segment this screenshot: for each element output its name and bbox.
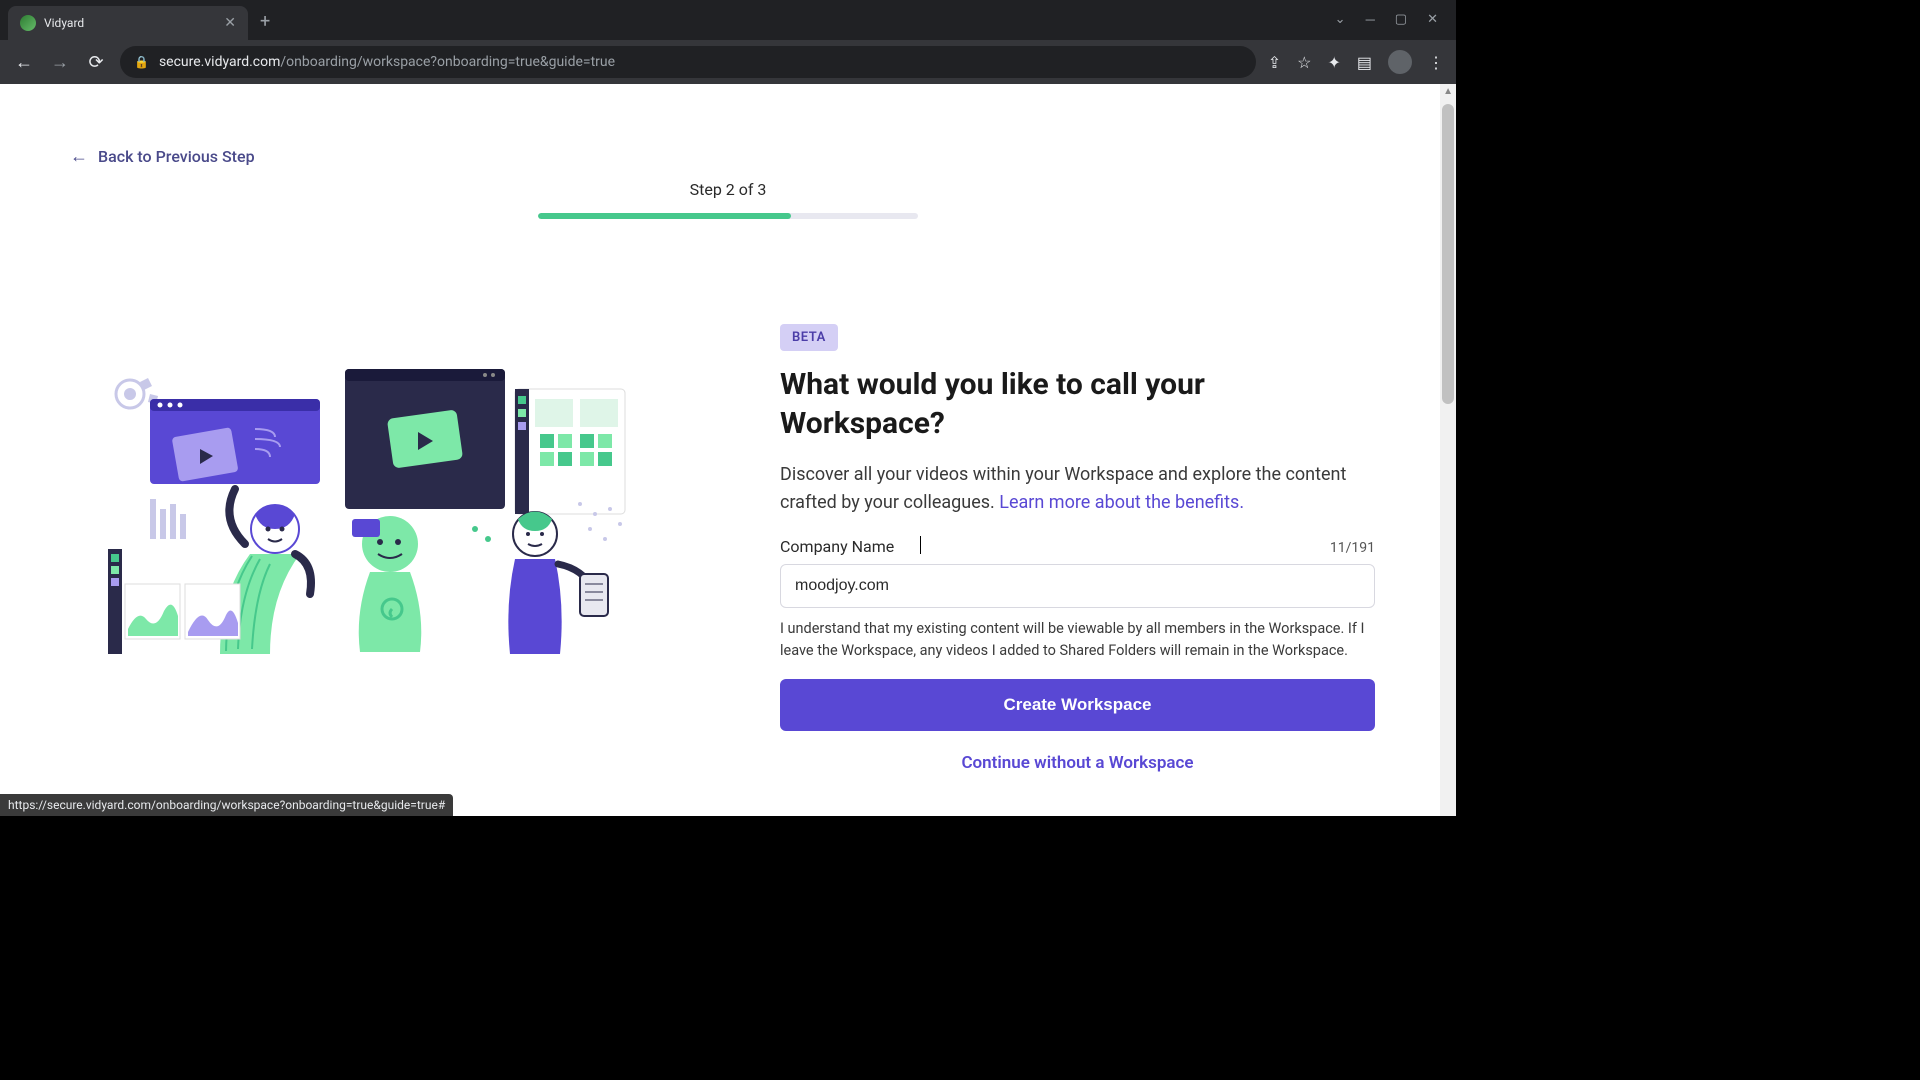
page-heading: What would you like to call your Workspa… bbox=[780, 365, 1375, 443]
field-label-row: Company Name 11/191 bbox=[780, 537, 1375, 556]
disclaimer-text: I understand that my existing content wi… bbox=[780, 618, 1375, 662]
extensions-icon[interactable]: ✦ bbox=[1327, 53, 1340, 72]
scrollbar[interactable]: ▲ bbox=[1440, 84, 1456, 816]
browser-tab[interactable]: Vidyard ✕ bbox=[8, 6, 248, 40]
company-name-input[interactable] bbox=[780, 564, 1375, 608]
lock-icon: 🔒 bbox=[134, 55, 149, 69]
char-count: 11/191 bbox=[1330, 540, 1375, 556]
tab-title: Vidyard bbox=[44, 16, 216, 30]
step-label: Step 2 of 3 bbox=[538, 180, 918, 199]
scrollbar-thumb[interactable] bbox=[1442, 104, 1454, 404]
address-bar[interactable]: 🔒 secure.vidyard.com/onboarding/workspac… bbox=[120, 46, 1256, 78]
tab-dropdown-icon[interactable]: ⌄ bbox=[1335, 12, 1346, 28]
continue-without-workspace-link[interactable]: Continue without a Workspace bbox=[780, 753, 1375, 773]
scroll-up-icon[interactable]: ▲ bbox=[1443, 86, 1453, 97]
maximize-icon[interactable]: ▢ bbox=[1395, 12, 1407, 28]
reload-icon[interactable]: ⟳ bbox=[84, 52, 108, 73]
status-bar: https://secure.vidyard.com/onboarding/wo… bbox=[0, 794, 453, 816]
text-cursor-icon bbox=[920, 536, 921, 554]
browser-tab-strip: Vidyard ✕ + ⌄ ─ ▢ ✕ bbox=[0, 0, 1456, 40]
create-workspace-button[interactable]: Create Workspace bbox=[780, 679, 1375, 731]
company-name-label: Company Name bbox=[780, 537, 894, 556]
favicon-icon bbox=[20, 15, 36, 31]
share-icon[interactable]: ⇪ bbox=[1268, 53, 1281, 72]
minimize-icon[interactable]: ─ bbox=[1366, 12, 1375, 28]
new-tab-button[interactable]: + bbox=[260, 11, 270, 32]
profile-avatar[interactable] bbox=[1388, 50, 1412, 74]
url-text: secure.vidyard.com/onboarding/workspace?… bbox=[159, 54, 615, 70]
page-description: Discover all your videos within your Wor… bbox=[780, 461, 1375, 517]
progress-bar bbox=[538, 213, 918, 219]
learn-more-link[interactable]: Learn more about the benefits. bbox=[999, 492, 1244, 513]
forward-icon[interactable]: → bbox=[48, 52, 72, 73]
window-controls: ⌄ ─ ▢ ✕ bbox=[1335, 12, 1456, 40]
browser-toolbar: ← → ⟳ 🔒 secure.vidyard.com/onboarding/wo… bbox=[0, 40, 1456, 84]
back-icon[interactable]: ← bbox=[12, 52, 36, 73]
back-link-label: Back to Previous Step bbox=[98, 147, 255, 166]
side-panel-icon[interactable]: ▤ bbox=[1357, 53, 1372, 72]
close-window-icon[interactable]: ✕ bbox=[1427, 12, 1438, 28]
workspace-illustration bbox=[80, 354, 640, 684]
menu-icon[interactable]: ⋮ bbox=[1428, 53, 1444, 72]
arrow-left-icon: ← bbox=[70, 146, 88, 167]
url-domain: secure.vidyard.com bbox=[159, 54, 280, 70]
page-content: ▲ ← Back to Previous Step Step 2 of 3 bbox=[0, 84, 1456, 816]
back-to-previous-step[interactable]: ← Back to Previous Step bbox=[70, 146, 255, 167]
toolbar-icons: ⇪ ☆ ✦ ▤ ⋮ bbox=[1268, 50, 1444, 74]
progress-indicator: Step 2 of 3 bbox=[538, 180, 918, 219]
workspace-form: BETA What would you like to call your Wo… bbox=[780, 324, 1375, 773]
close-tab-icon[interactable]: ✕ bbox=[224, 15, 236, 31]
progress-fill bbox=[538, 213, 791, 219]
url-path: /onboarding/workspace?onboarding=true&gu… bbox=[280, 54, 615, 70]
bookmark-icon[interactable]: ☆ bbox=[1297, 53, 1311, 72]
beta-badge: BETA bbox=[780, 324, 838, 351]
